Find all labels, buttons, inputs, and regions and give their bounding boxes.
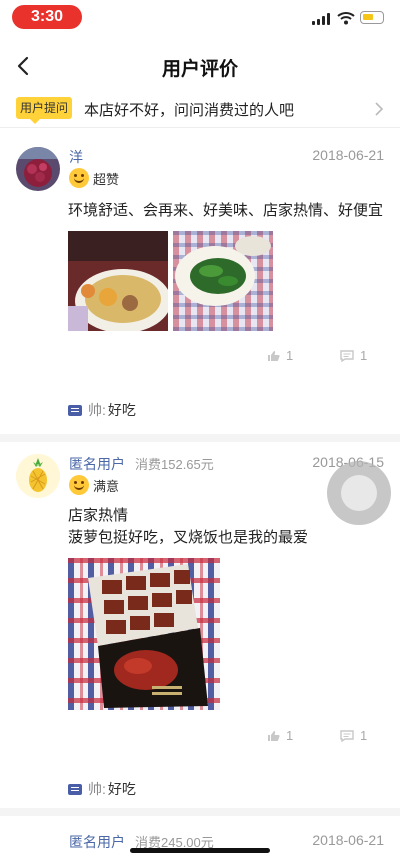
like-button[interactable]: 1: [267, 728, 293, 743]
reply-text: 好吃: [107, 781, 136, 797]
status-bar: 3:30: [0, 0, 400, 36]
comment-button[interactable]: 1: [340, 728, 367, 743]
ask-question-bar[interactable]: 用户提问 本店好不好，问问消费过的人吧: [0, 90, 400, 128]
avatar[interactable]: [16, 454, 60, 498]
merchant-reply: 帅: 好吃: [68, 401, 136, 419]
review-text: 店家热情: [68, 507, 129, 524]
reply-text: 好吃: [107, 402, 136, 418]
review-item: 匿名用户 消费245.00元 2018-06-21: [0, 832, 400, 857]
review-photo[interactable]: [173, 231, 273, 331]
comment-icon: [340, 729, 354, 742]
assistive-touch-button[interactable]: [327, 461, 391, 525]
page-title: 用户评价: [161, 59, 238, 80]
status-time: 3:30: [12, 5, 82, 29]
review-photo[interactable]: [68, 558, 220, 710]
avatar[interactable]: [16, 147, 60, 191]
section-divider: [0, 808, 400, 816]
comment-icon: [340, 349, 354, 362]
reviewer-name[interactable]: 洋: [69, 147, 83, 167]
reviewer-name[interactable]: 匿名用户: [69, 454, 125, 474]
reply-name: 帅:: [88, 402, 106, 418]
review-text: 菠萝包挺好吃，叉烧饭也是我的最爱: [68, 529, 309, 546]
ask-prompt-text: 本店好不好，问问消费过的人吧: [84, 102, 295, 119]
signal-icon: [312, 13, 332, 25]
reply-name: 帅:: [88, 781, 106, 797]
section-divider: [0, 434, 400, 442]
smiley-icon: [69, 168, 89, 188]
battery-icon: [360, 11, 384, 24]
comment-count: 1: [360, 728, 368, 743]
review-date: 2018-06-21: [312, 832, 384, 848]
reply-icon: [68, 404, 82, 416]
like-count: 1: [286, 348, 294, 363]
reply-icon: [68, 783, 82, 795]
comment-count: 1: [360, 348, 368, 363]
like-button[interactable]: 1: [267, 348, 293, 363]
review-text: 环境舒适、会再来、好美味、店家热情、好便宜: [68, 202, 384, 219]
rating-label: 满意: [93, 478, 120, 494]
ask-badge: 用户提问: [16, 97, 73, 124]
smiley-icon: [69, 475, 89, 495]
wifi-icon: [337, 12, 355, 25]
review-photo[interactable]: [68, 231, 168, 331]
review-date: 2018-06-21: [312, 147, 384, 163]
rating-badge: 满意: [69, 474, 119, 496]
like-count: 1: [286, 728, 294, 743]
thumbs-up-icon: [268, 730, 280, 741]
spend-amount: 消费152.65元: [135, 457, 214, 472]
rating-badge: 超赞: [69, 167, 119, 189]
thumbs-up-icon: [268, 350, 280, 361]
review-item: 洋 2018-06-21 超赞 环境舒适、会再来、好美味、店家热情、好便宜 1 …: [0, 147, 400, 432]
reviewer-name[interactable]: 匿名用户: [69, 832, 125, 852]
nav-bar: 用户评价: [0, 44, 400, 88]
chevron-right-icon: [375, 102, 384, 116]
rating-label: 超赞: [93, 171, 120, 187]
merchant-reply: 帅: 好吃: [68, 780, 136, 798]
home-indicator[interactable]: [130, 848, 270, 853]
comment-button[interactable]: 1: [340, 348, 367, 363]
